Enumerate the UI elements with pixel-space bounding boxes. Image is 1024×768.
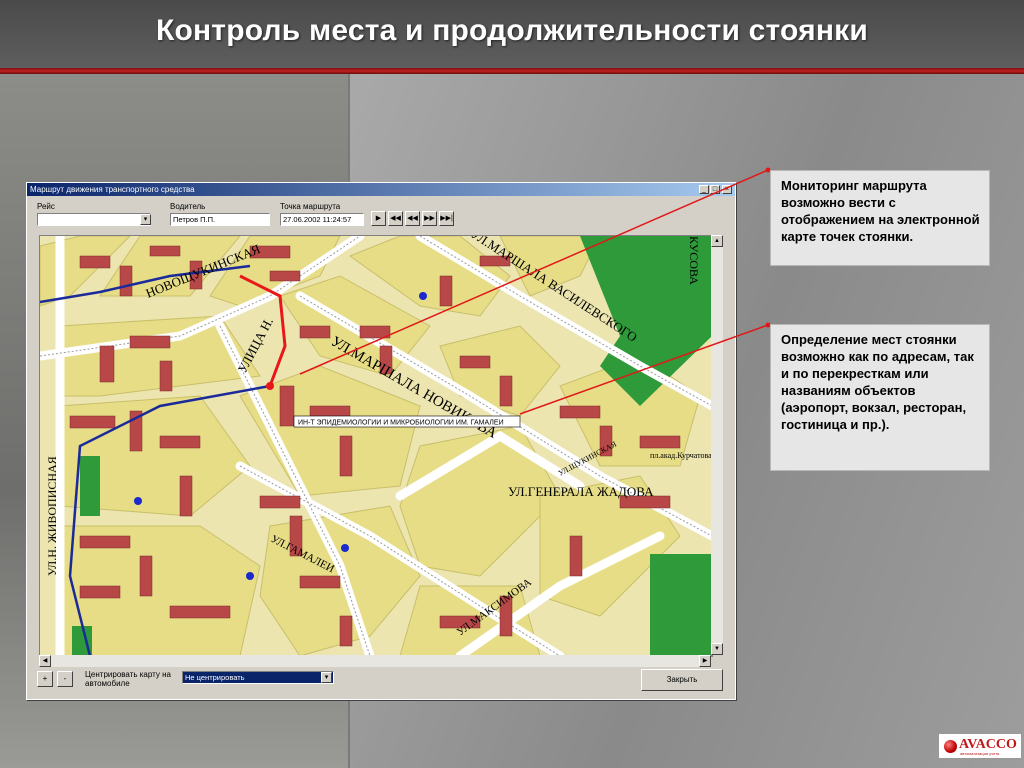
callout-location: Определение мест стоянки возможно как по… xyxy=(770,324,990,471)
avacco-logo: AVACCO автоматизация учета xyxy=(938,733,1022,759)
callout-monitoring: Мониторинг маршрута возможно вести с ото… xyxy=(770,170,990,266)
logo-tagline: автоматизация учета xyxy=(960,751,1000,756)
callout-line-2 xyxy=(519,324,769,415)
callout-line-1 xyxy=(299,169,769,375)
logo-ball-icon xyxy=(944,740,957,753)
